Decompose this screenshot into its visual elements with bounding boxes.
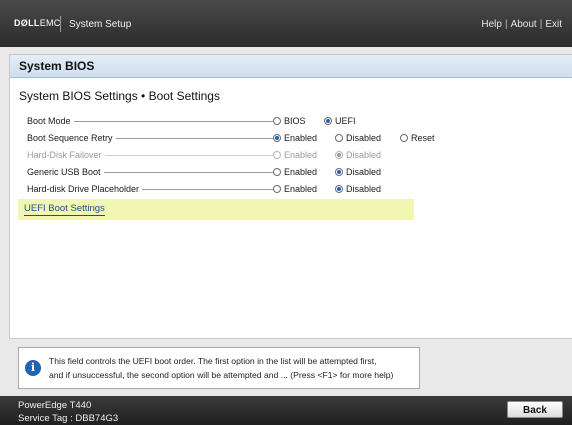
top-nav: Help | About | Exit [481,19,562,30]
radio-usb-boot-disabled[interactable]: Disabled [335,165,381,179]
about-link[interactable]: About [511,19,537,30]
uefi-boot-settings-label: UEFI Boot Settings [24,203,105,216]
radio-selected-icon [273,134,281,142]
header-bar: DØLLEMC System Setup Help | About | Exit [0,0,572,47]
help-link[interactable]: Help [481,19,502,30]
setting-row-generic-usb-boot: Generic USB Boot Enabled Disabled [27,165,457,179]
info-icon: i [25,360,41,376]
radio-boot-mode-uefi[interactable]: UEFI [324,114,356,128]
service-tag: Service Tag : DBB74G3 [18,413,119,424]
back-button[interactable]: Back [507,401,563,418]
radio-failover-disabled: Disabled [335,148,381,162]
header-divider [60,16,61,32]
setting-label: Hard-disk Drive Placeholder [27,182,143,196]
radio-usb-boot-enabled[interactable]: Enabled [273,165,317,179]
help-box: i This field controls the UEFI boot orde… [18,347,420,389]
exit-link[interactable]: Exit [545,19,562,30]
radio-icon [273,151,281,159]
radio-icon [273,117,281,125]
settings-panel: System BIOS System BIOS Settings • Boot … [9,54,572,339]
radio-selected-icon [335,168,343,176]
radio-boot-retry-reset[interactable]: Reset [400,131,435,145]
help-text: This field controls the UEFI boot order.… [49,356,394,380]
radio-boot-retry-disabled[interactable]: Disabled [335,131,381,145]
radio-icon [335,134,343,142]
radio-selected-icon [324,117,332,125]
setting-row-hdd-placeholder: Hard-disk Drive Placeholder Enabled Disa… [27,182,457,196]
page-heading: System BIOS Settings • Boot Settings [19,89,220,103]
radio-boot-mode-bios[interactable]: BIOS [273,114,306,128]
setting-row-hard-disk-failover: Hard-Disk Failover Enabled Disabled [27,148,457,162]
radio-hdd-placeholder-disabled[interactable]: Disabled [335,182,381,196]
radio-boot-retry-enabled[interactable]: Enabled [273,131,317,145]
setting-label: Generic USB Boot [27,165,104,179]
setting-row-boot-mode: Boot Mode BIOS UEFI [27,114,457,128]
radio-icon [273,185,281,193]
uefi-boot-settings-link[interactable]: UEFI Boot Settings [18,199,414,220]
setting-row-boot-sequence-retry: Boot Sequence Retry Enabled Disabled Res… [27,131,457,145]
radio-selected-icon [335,185,343,193]
radio-icon [400,134,408,142]
system-model: PowerEdge T440 [18,400,92,411]
setting-label: Boot Sequence Retry [27,131,116,145]
radio-hdd-placeholder-enabled[interactable]: Enabled [273,182,317,196]
radio-failover-enabled: Enabled [273,148,317,162]
panel-title: System BIOS [10,55,572,78]
setting-label: Boot Mode [27,114,74,128]
footer-bar: PowerEdge T440 Service Tag : DBB74G3 Bac… [0,396,572,425]
dell-emc-logo: DØLLEMC [14,18,61,28]
app-title: System Setup [69,19,132,30]
setting-label: Hard-Disk Failover [27,148,105,162]
radio-icon [273,168,281,176]
radio-selected-icon [335,151,343,159]
